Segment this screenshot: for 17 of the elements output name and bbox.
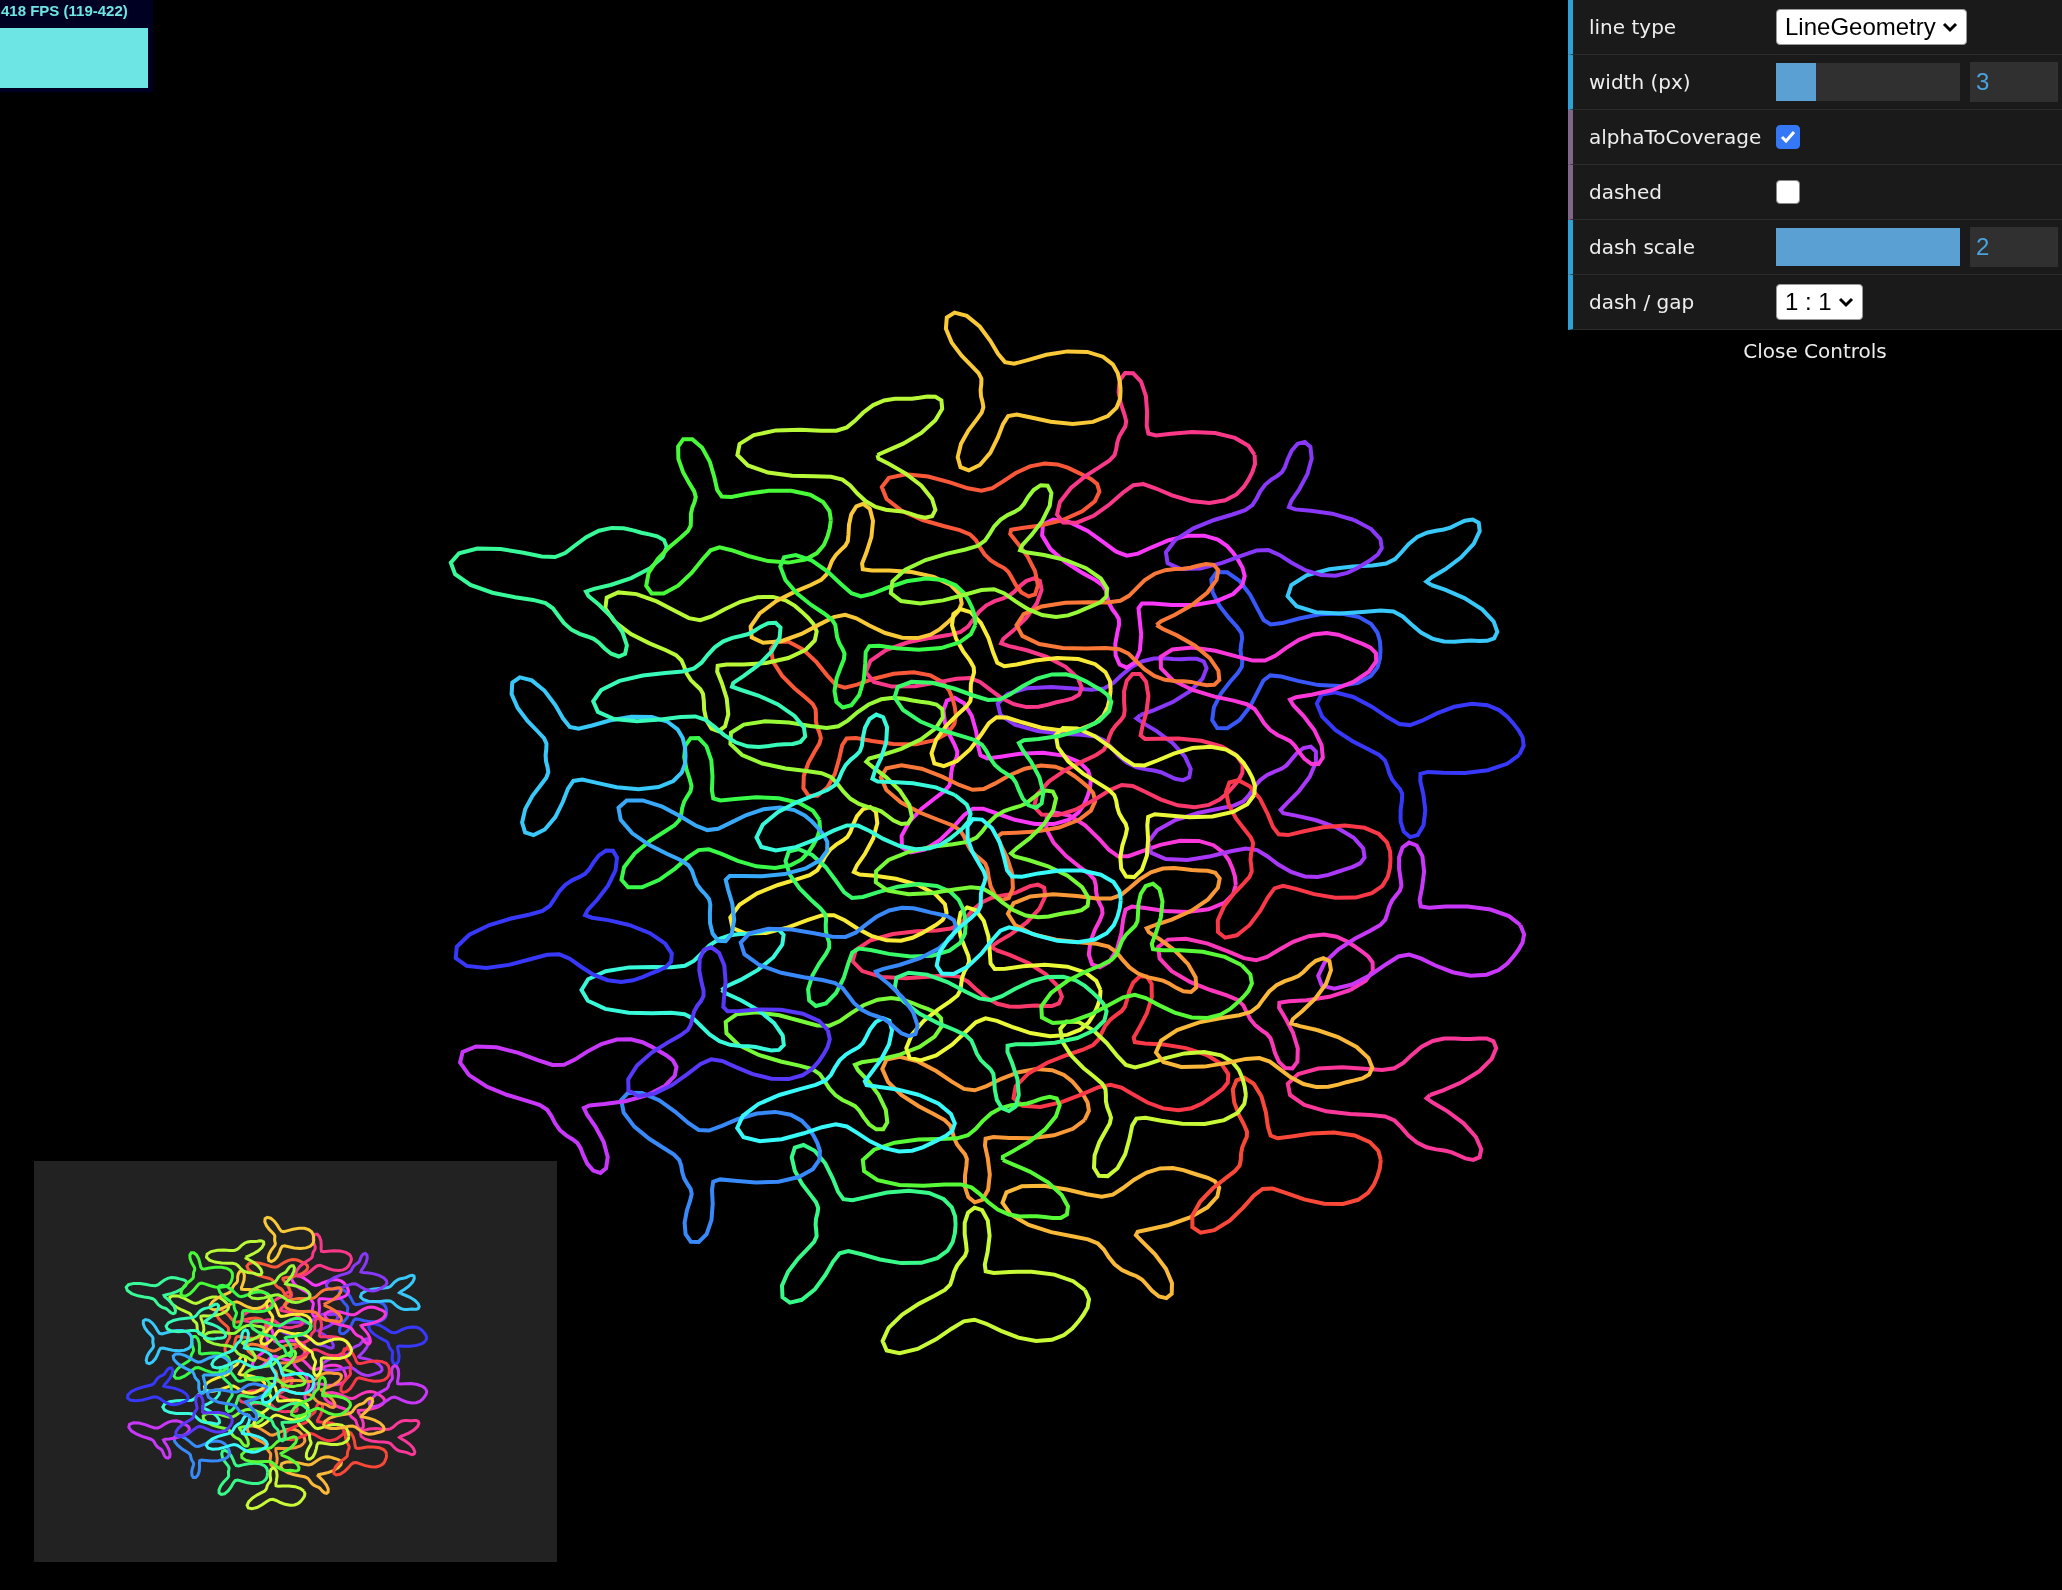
control-label: dash / gap xyxy=(1589,290,1696,314)
checkbox[interactable] xyxy=(1776,180,1800,204)
control-label: dashed xyxy=(1589,180,1664,204)
control-label: dash scale xyxy=(1589,235,1696,259)
caret-icon xyxy=(1941,21,1958,33)
dropdown[interactable]: 1 : 1 xyxy=(1776,284,1863,320)
control-label: width (px) xyxy=(1589,70,1692,94)
dropdown[interactable]: LineGeometry xyxy=(1776,9,1967,45)
fps-text: 418 FPS (119-422) xyxy=(1,2,128,19)
slider[interactable] xyxy=(1776,63,1960,101)
control-label: alphaToCoverage xyxy=(1589,125,1763,149)
number-field[interactable]: 2 xyxy=(1970,227,2058,267)
slider[interactable] xyxy=(1776,228,1960,266)
caret-icon xyxy=(1837,296,1854,308)
checkbox[interactable] xyxy=(1776,125,1800,149)
control-label: line type xyxy=(1589,15,1678,39)
number-field[interactable]: 3 xyxy=(1970,62,2058,102)
